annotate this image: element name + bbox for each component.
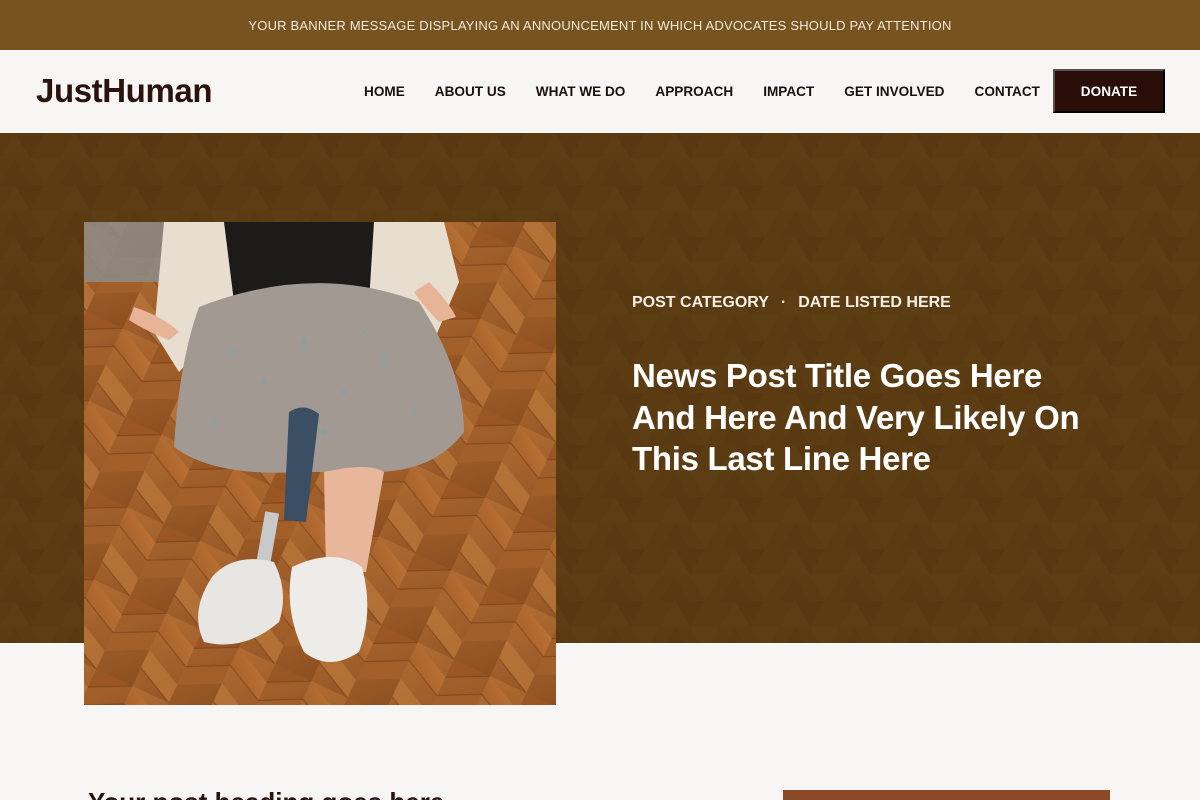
nav-about-us[interactable]: ABOUT US (420, 84, 521, 99)
meta-separator: · (780, 294, 787, 311)
nav-home[interactable]: HOME (349, 84, 420, 99)
announcement-banner: YOUR BANNER MESSAGE DISPLAYING AN ANNOUN… (0, 0, 1200, 50)
banner-message: YOUR BANNER MESSAGE DISPLAYING AN ANNOUN… (248, 17, 952, 33)
sidebar-thumbnail (783, 790, 1110, 800)
post-date: DATE LISTED HERE (798, 294, 951, 311)
main-nav: HOME ABOUT US WHAT WE DO APPROACH IMPACT… (349, 50, 1055, 133)
featured-image (84, 222, 556, 705)
nav-get-involved[interactable]: GET INVOLVED (829, 84, 959, 99)
site-logo[interactable]: JustHuman (36, 69, 213, 113)
post-meta: POST CATEGORY · DATE LISTED HERE (632, 294, 951, 312)
post-title: News Post Title Goes Here And Here And V… (632, 357, 1080, 477)
donate-button[interactable]: DONATE (1053, 69, 1165, 113)
nav-contact[interactable]: CONTACT (960, 84, 1055, 99)
nav-approach[interactable]: APPROACH (640, 84, 748, 99)
site-header: JustHuman HOME ABOUT US WHAT WE DO APPRO… (0, 50, 1200, 133)
nav-what-we-do[interactable]: WHAT WE DO (521, 84, 641, 99)
nav-impact[interactable]: IMPACT (748, 84, 829, 99)
content-heading: Your post heading goes here (88, 787, 444, 800)
post-category[interactable]: POST CATEGORY (632, 294, 769, 312)
